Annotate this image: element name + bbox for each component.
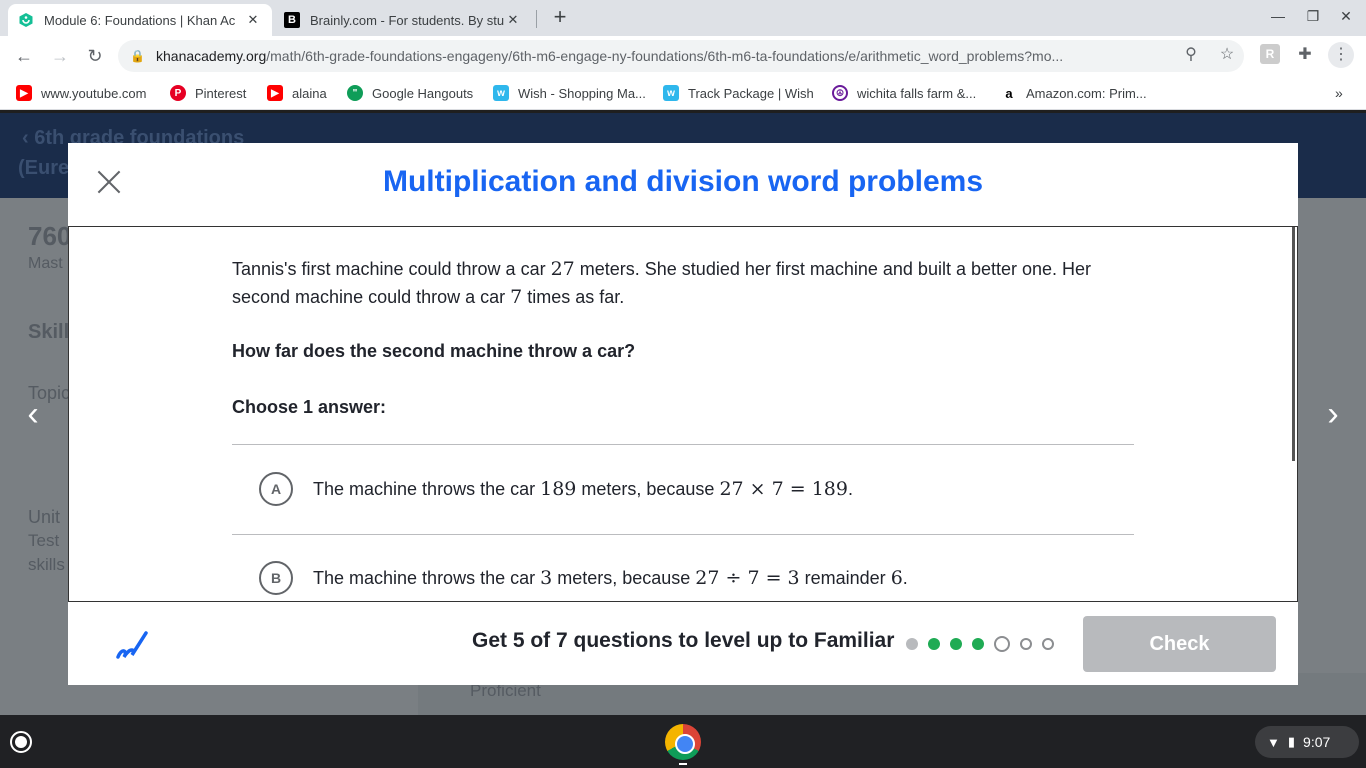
reload-icon[interactable]: ↻ [83,44,107,68]
skills-heading: Skill [28,321,70,343]
bookmark-google-hangouts[interactable]: " Google Hangouts [347,83,473,103]
extension-r-icon[interactable]: R [1259,44,1281,66]
answer-choice-b[interactable]: B The machine throws the car 3 meters, b… [232,534,1134,601]
scrollbar[interactable] [1292,227,1295,461]
amazon-icon: a [1001,85,1017,101]
bookmark-label: www.youtube.com [41,85,147,101]
progress-dot-1 [906,638,918,650]
forward-icon[interactable]: → [48,44,72,68]
exercise-modal: Multiplication and division word problem… [68,143,1298,685]
bookmark-wichita-falls[interactable]: ☮ wichita falls farm &... [832,83,976,103]
new-tab-button[interactable]: + [548,6,572,30]
tab-separator [536,10,537,28]
bookmark-alaina[interactable]: ▶ alaina [267,83,327,103]
bookmark-youtube[interactable]: ▶ www.youtube.com [16,83,147,103]
mastery-label: Mast [28,255,63,272]
clock-time: 9:07 [1303,734,1331,750]
modal-footer: Get 5 of 7 questions to level up to Fami… [68,603,1298,685]
previous-arrow-icon[interactable]: ‹ [18,397,48,431]
choice-text: The machine throws the car 189 meters, b… [313,478,853,500]
bookmark-label: Track Package | Wish [688,85,814,101]
wish-icon: w [493,85,509,101]
url-text: khanacademy.org/math/6th-grade-foundatio… [156,48,1064,64]
browser-toolbar: ← → ↻ 🔒 khanacademy.org/math/6th-grade-f… [0,36,1366,76]
peace-icon: ☮ [832,85,848,101]
test-label: Test [28,531,60,550]
close-window-icon[interactable]: ✕ [1334,8,1358,28]
modal-title: Multiplication and division word problem… [382,165,984,198]
bookmark-label: Wish - Shopping Ma... [518,85,646,101]
bookmark-wish-shopping[interactable]: w Wish - Shopping Ma... [493,83,646,103]
progress-dots [906,635,1064,653]
choice-text: The machine throws the car 3 meters, bec… [313,567,908,589]
wish-icon: w [663,85,679,101]
question-prompt: How far does the second machine throw a … [232,341,636,361]
progress-dot-2 [928,638,940,650]
hangouts-icon: " [347,85,363,101]
minimize-icon[interactable]: — [1266,8,1290,28]
unit-label: Unit [28,507,61,527]
next-arrow-icon[interactable]: › [1318,397,1348,431]
progress-dot-3 [950,638,962,650]
mastery-points: 760 [28,221,72,251]
modal-header: Multiplication and division word problem… [68,143,1298,227]
choose-instruction: Choose 1 answer: [232,397,387,417]
tab-title: Brainly.com - For students. By stu [310,12,504,28]
lock-icon: 🔒 [130,49,145,63]
back-icon[interactable]: ← [12,44,36,68]
bookmark-amazon[interactable]: a Amazon.com: Prim... [1001,83,1147,103]
menu-icon[interactable]: ⋮ [1328,42,1354,68]
progress-dot-4 [972,638,984,650]
tab-brainly[interactable]: B Brainly.com - For students. By stu ✕ [274,4,532,36]
breadcrumb-sub: (Eure [18,157,70,179]
close-tab-icon[interactable]: ✕ [504,12,522,28]
bookmark-pinterest[interactable]: P Pinterest [170,83,246,103]
restore-icon[interactable]: ❐ [1301,8,1325,28]
bookmark-label: alaina [292,85,327,101]
wifi-icon: ▼ [1267,734,1280,750]
bookmark-label: Google Hangouts [372,85,474,101]
bookmarks-overflow-icon[interactable]: » [1335,83,1343,103]
bookmark-wish-track[interactable]: w Track Package | Wish [663,83,814,103]
check-button[interactable]: Check [1083,616,1276,672]
choice-letter: B [259,561,293,595]
zoom-icon[interactable]: ⚲ [1180,44,1202,66]
brainly-favicon-icon: B [284,12,300,28]
progress-dot-7 [1042,638,1054,650]
youtube-icon: ▶ [267,85,283,101]
level-up-progress-text: Get 5 of 7 questions to level up to Fami… [472,629,895,652]
answer-choice-a[interactable]: A The machine throws the car 189 meters,… [232,445,1134,533]
khan-academy-favicon-icon [18,12,34,28]
extensions-puzzle-icon[interactable]: ✚ [1294,44,1316,66]
skills-label: skills [28,555,65,574]
launcher-icon[interactable] [10,731,32,753]
os-shelf: ▼ ▮ 9:07 [0,715,1366,768]
scratchpad-icon[interactable] [114,627,150,663]
bookmarks-bar: ▶ www.youtube.com P Pinterest ▶ alaina "… [0,76,1366,110]
tab-khan-academy[interactable]: Module 6: Foundations | Khan Ac ✕ [8,4,272,36]
bookmark-label: wichita falls farm &... [857,85,977,101]
choice-letter: A [259,472,293,506]
status-tray[interactable]: ▼ ▮ 9:07 [1255,726,1359,758]
exercise-body: Tannis's first machine could throw a car… [68,227,1298,602]
bookmark-label: Pinterest [195,85,247,101]
progress-dot-6 [1020,638,1032,650]
question-text: Tannis's first machine could throw a car… [232,258,1092,308]
chrome-app-icon[interactable] [665,724,701,760]
youtube-icon: ▶ [16,85,32,101]
pinterest-icon: P [170,85,186,101]
running-indicator [679,763,687,765]
battery-icon: ▮ [1287,734,1296,749]
address-bar[interactable]: 🔒 khanacademy.org/math/6th-grade-foundat… [118,40,1244,72]
close-tab-icon[interactable]: ✕ [244,12,262,28]
progress-dot-5 [994,636,1010,652]
bookmark-label: Amazon.com: Prim... [1026,85,1147,101]
tab-strip: Module 6: Foundations | Khan Ac ✕ B Brai… [0,0,1366,36]
tab-title: Module 6: Foundations | Khan Ac [44,12,236,28]
bookmark-star-icon[interactable]: ☆ [1216,44,1238,66]
